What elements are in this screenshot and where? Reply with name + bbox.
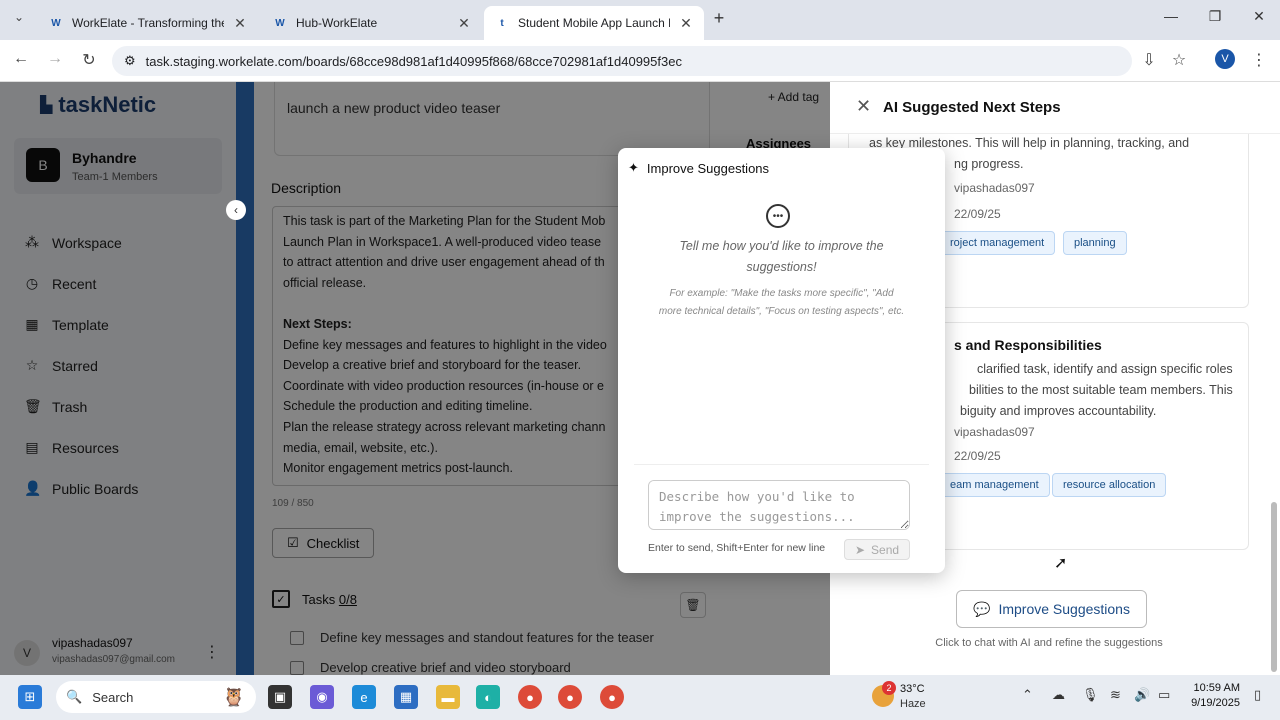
app-icon[interactable]: ◐	[476, 685, 500, 709]
improve-hint: Click to chat with AI and refine the sug…	[935, 637, 1163, 649]
weather-badge: 2	[882, 681, 896, 695]
weather-widget[interactable]: 2 33°C Haze	[872, 681, 942, 713]
volume-icon[interactable]: 🔊	[1134, 687, 1150, 703]
mouse-cursor-icon: ➚	[1054, 555, 1068, 572]
dialog-prompt: Tell me how you'd like to improve the su…	[679, 239, 884, 274]
tasknetic-favicon-icon: t	[500, 17, 504, 29]
improve-input[interactable]	[648, 480, 910, 530]
close-icon[interactable]: ✕	[856, 96, 871, 117]
chat-bubble-icon: •••	[766, 204, 790, 228]
store-icon[interactable]: ▦	[394, 685, 418, 709]
restore-icon[interactable]: ❐	[1200, 8, 1230, 25]
divider	[634, 464, 929, 465]
forward-icon[interactable]: →	[44, 50, 66, 68]
suggestion-title: s and Responsibilities	[954, 337, 1102, 353]
suggestion-user: vipashadas097	[954, 425, 1035, 439]
panel-title: AI Suggested Next Steps	[883, 99, 1061, 116]
notifications-icon[interactable]: ▯	[1254, 687, 1261, 703]
search-label: Search	[92, 689, 134, 705]
file-explorer-icon[interactable]: ▬	[436, 685, 460, 709]
install-app-icon[interactable]: ⇩	[1138, 50, 1160, 70]
chrome-icon[interactable]: ●	[518, 685, 542, 709]
input-hint: Enter to send, Shift+Enter for new line	[648, 542, 826, 554]
address-bar-row: ← → ↻ ⚙ task.staging.workelate.com/board…	[0, 40, 1280, 82]
workelate-favicon-icon: W	[51, 17, 61, 29]
panel-scrollbar[interactable]	[1271, 502, 1277, 672]
close-tab-icon[interactable]: ✕	[232, 15, 248, 32]
browser-tab-strip: ⌄ W WorkElate - Transforming the W ✕ W H…	[0, 0, 1280, 40]
site-info-icon[interactable]: ⚙	[124, 53, 136, 69]
suggestion-date: 22/09/25	[954, 449, 1001, 463]
panel-header: ✕ AI Suggested Next Steps	[830, 82, 1280, 134]
tab-title: Student Mobile App Launch Pla	[518, 16, 670, 30]
chat-icon: 💬	[973, 600, 991, 617]
improve-suggestions-button[interactable]: 💬 Improve Suggestions	[956, 590, 1147, 628]
tab-title: Hub-WorkElate	[296, 16, 378, 30]
clock-time: 10:59 AM	[1193, 682, 1240, 694]
suggestion-date: 22/09/25	[954, 207, 1001, 221]
minimize-icon[interactable]: —	[1156, 8, 1186, 24]
tag-chip: eam management	[939, 473, 1050, 497]
chevron-up-icon[interactable]: ⌃	[1022, 687, 1033, 703]
tag-chip: resource allocation	[1052, 473, 1167, 497]
windows-taskbar: ⊞ 🔍 Search 🦉 ▣ ◉ e ▦ ▬ ◐ ● ● ● 2 33°C Ha…	[0, 675, 1280, 720]
send-button[interactable]: ➤ Send	[844, 539, 910, 560]
reload-icon[interactable]: ↻	[78, 50, 100, 70]
dialog-example: For example: "Make the tasks more specif…	[658, 288, 905, 317]
suggestion-text: biguity and improves accountability.	[960, 404, 1157, 418]
improve-suggestions-dialog: ✦ Improve Suggestions ••• Tell me how yo…	[618, 148, 945, 573]
send-icon: ➤	[854, 542, 866, 557]
workelate-favicon-icon: W	[275, 17, 285, 29]
suggestion-text: clarified task, identify and assign spec…	[977, 362, 1233, 376]
tag-chip: planning	[1063, 231, 1127, 255]
bookmark-star-icon[interactable]: ☆	[1168, 50, 1190, 70]
windows-start-icon[interactable]: ⊞	[18, 685, 42, 709]
search-icon: 🔍	[66, 689, 83, 704]
clock[interactable]: 10:59 AM 9/19/2025	[1184, 681, 1240, 711]
clock-date: 9/19/2025	[1191, 697, 1240, 709]
chrome-icon[interactable]: ●	[558, 685, 582, 709]
window-close-icon[interactable]: ✕	[1244, 8, 1274, 25]
improve-button-label: Improve Suggestions	[998, 601, 1130, 617]
weather-condition: Haze	[900, 698, 926, 710]
tag-chip: roject management	[939, 231, 1056, 255]
close-tab-icon[interactable]: ✕	[678, 15, 694, 32]
suggestion-text: bilities to the most suitable team membe…	[969, 383, 1233, 397]
close-tab-icon[interactable]: ✕	[456, 15, 472, 32]
sparkles-icon: ✦	[628, 160, 639, 175]
back-icon[interactable]: ←	[10, 50, 32, 68]
search-highlight-icon[interactable]: 🦉	[222, 685, 246, 709]
suggestion-text: ng progress.	[954, 157, 1024, 171]
battery-icon[interactable]: ▭	[1158, 687, 1170, 703]
tab-search-icon[interactable]: ⌄	[8, 10, 30, 24]
browser-tab[interactable]: W Hub-WorkElate ✕	[262, 6, 482, 40]
task-view-icon[interactable]: ▣	[268, 685, 292, 709]
url-text: task.staging.workelate.com/boards/68cce9…	[145, 53, 682, 69]
suggestion-user: vipashadas097	[954, 181, 1035, 195]
microphone-icon[interactable]: 🎙	[1082, 687, 1099, 703]
tab-title: WorkElate - Transforming the W	[72, 16, 224, 30]
edge-icon[interactable]: e	[352, 685, 376, 709]
dialog-title: Improve Suggestions	[646, 160, 770, 176]
browser-tab-active[interactable]: t Student Mobile App Launch Pla ✕	[484, 6, 704, 40]
dialog-header: ✦ Improve Suggestions	[618, 148, 945, 188]
weather-temp: 33°C	[900, 683, 925, 695]
new-tab-icon[interactable]: +	[704, 8, 734, 29]
browser-tab[interactable]: W WorkElate - Transforming the W ✕	[38, 6, 258, 40]
url-field[interactable]: ⚙ task.staging.workelate.com/boards/68cc…	[112, 46, 1132, 76]
wifi-icon[interactable]: ≋	[1110, 687, 1121, 703]
browser-menu-icon[interactable]: ⋮	[1248, 50, 1270, 70]
onedrive-icon[interactable]: ☁	[1052, 687, 1065, 703]
send-label: Send	[871, 542, 900, 557]
profile-avatar[interactable]: V	[1215, 49, 1235, 69]
collapse-sidebar-icon[interactable]: ‹	[226, 200, 246, 220]
chrome-icon[interactable]: ●	[600, 685, 624, 709]
teams-icon[interactable]: ◉	[310, 685, 334, 709]
